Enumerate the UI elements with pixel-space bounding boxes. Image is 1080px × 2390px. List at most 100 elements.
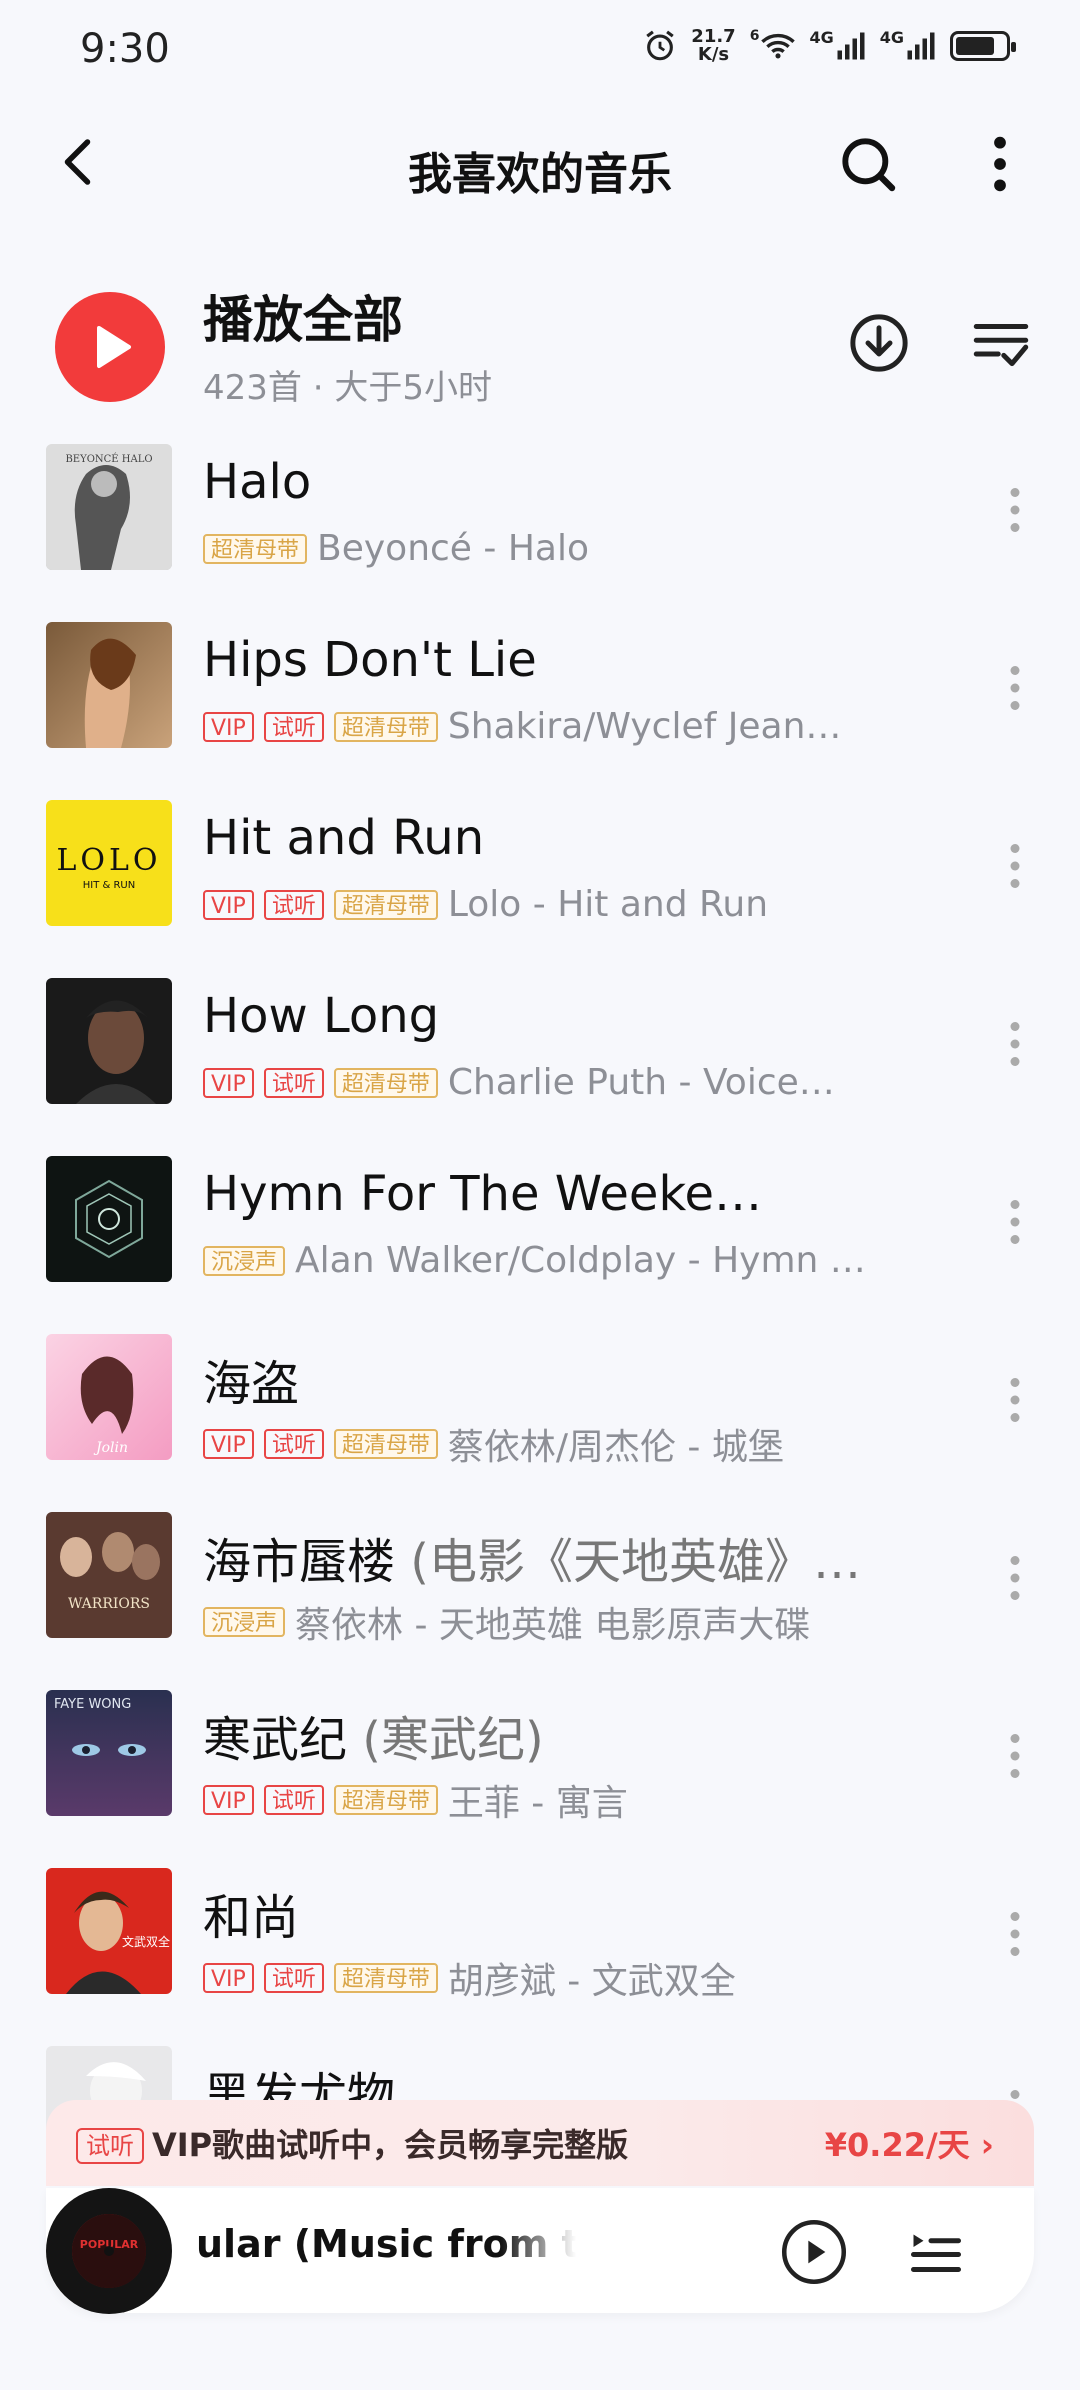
album-cover: BEYONCÉ HALO <box>46 444 172 570</box>
trial-badge: 试听 <box>76 2128 144 2164</box>
vip-badge: VIP <box>203 1429 254 1459</box>
svg-text:HIT & RUN: HIT & RUN <box>83 880 135 891</box>
svg-text:LOLO: LOLO <box>56 843 161 878</box>
more-vertical-icon[interactable] <box>1000 1904 1030 1964</box>
alarm-icon <box>646 30 674 61</box>
song-row[interactable]: WARRIORS 海市蜃楼 (电影《天地英雄》… 沉浸声 蔡依林 - 天地英雄 … <box>0 1498 1080 1676</box>
vip-badge: VIP <box>203 1963 254 1993</box>
album-cover: FAYE WONG <box>46 1690 172 1816</box>
song-meta: VIP 试听 超清母带 王菲 - 寓言 <box>203 1774 903 1826</box>
vip-badge: VIP <box>203 1785 254 1815</box>
vip-badge: VIP <box>203 711 254 742</box>
song-artist: 胡彦斌 - 文武双全 <box>447 1961 736 2002</box>
search-icon[interactable] <box>836 132 900 196</box>
play-icon <box>97 326 131 368</box>
mini-player[interactable]: POPULAR ular (Music from t <box>46 2188 1034 2314</box>
song-row[interactable]: How Long VIP 试听 超清母带 Charlie Puth - Voic… <box>0 964 1080 1142</box>
now-playing-title: ular (Music from t <box>196 2222 576 2266</box>
vip-trial-banner[interactable]: 试听 VIP歌曲试听中，会员畅享完整版 ¥0.22/天 › <box>46 2100 1034 2186</box>
trial-badge: 试听 <box>263 889 324 920</box>
song-row[interactable]: Hymn For The Weeke… 沉浸声 Alan Walker/Cold… <box>0 1142 1080 1320</box>
album-cover: 文武双全 <box>46 1868 172 1994</box>
immersive-audio-badge: 沉浸声 <box>203 1607 286 1637</box>
song-title: Hymn For The Weeke… <box>203 1166 763 1222</box>
svg-text:FAYE WONG: FAYE WONG <box>54 1697 131 1712</box>
song-artist: Beyoncé - Halo <box>317 528 589 569</box>
song-artist: 蔡依林 - 天地英雄 电影原声大碟 <box>295 1605 811 1646</box>
song-row[interactable]: 文武双全 和尚 VIP 试听 超清母带 胡彦斌 - 文武双全 <box>0 1854 1080 2032</box>
song-row[interactable]: LOLO HIT & RUN Hit and Run VIP 试听 超清母带 Lo… <box>0 786 1080 964</box>
trial-badge: 试听 <box>263 1067 324 1098</box>
hq-master-badge: 超清母带 <box>333 889 438 920</box>
album-cover <box>46 1156 172 1282</box>
more-vertical-icon[interactable] <box>1000 658 1030 718</box>
song-row[interactable]: Hips Don't Lie VIP 试听 超清母带 Shakira/Wycle… <box>0 608 1080 786</box>
signal2-label: 4G <box>879 28 904 47</box>
more-vertical-icon[interactable] <box>1000 836 1030 896</box>
trial-banner-text: VIP歌曲试听中，会员畅享完整版 <box>152 2126 629 2164</box>
song-title: Halo <box>203 454 312 510</box>
song-title: Hips Don't Lie <box>203 632 537 688</box>
vip-badge: VIP <box>203 1067 254 1098</box>
song-meta: VIP 试听 超清母带 Shakira/Wyclef Jean… <box>203 706 903 747</box>
play-all-subtitle: 423首 · 大于5小时 <box>203 368 492 408</box>
song-artist: Alan Walker/Coldplay - Hymn … <box>295 1240 866 1281</box>
album-cover: Jolin <box>46 1334 172 1460</box>
header: 我喜欢的音乐 <box>0 110 1080 220</box>
more-vertical-icon[interactable] <box>1000 1014 1030 1074</box>
song-title: Hit and Run <box>203 810 485 866</box>
song-row[interactable]: FAYE WONG 寒武纪 (寒武纪) VIP 试听 超清母带 王菲 - 寓言 <box>0 1676 1080 1854</box>
more-vertical-icon[interactable] <box>1000 1192 1030 1252</box>
album-cover <box>46 622 172 748</box>
song-artist: Charlie Puth - Voice… <box>447 1062 835 1103</box>
wifi-icon <box>761 33 796 59</box>
song-meta: 超清母带 Beyoncé - Halo <box>203 528 903 569</box>
hq-master-badge: 超清母带 <box>333 711 438 742</box>
play-circle-icon[interactable] <box>780 2218 848 2286</box>
hq-master-badge: 超清母带 <box>333 1067 438 1098</box>
signal1-label: 4G <box>809 28 834 47</box>
svg-text:BEYONCÉ HALO: BEYONCÉ HALO <box>65 453 152 465</box>
membership-price-link[interactable]: ¥0.22/天 › <box>825 2120 994 2166</box>
trial-badge: 试听 <box>263 1963 324 1993</box>
song-artist: Shakira/Wyclef Jean… <box>447 706 842 747</box>
now-playing-disc[interactable]: POPULAR <box>46 2188 172 2314</box>
more-vertical-icon[interactable] <box>980 132 1020 196</box>
song-meta: VIP 试听 超清母带 Charlie Puth - Voice… <box>203 1062 903 1103</box>
hq-master-badge: 超清母带 <box>333 1785 438 1815</box>
album-cover: LOLO HIT & RUN <box>46 800 172 926</box>
trial-badge: 试听 <box>263 1785 324 1815</box>
more-vertical-icon[interactable] <box>1000 1726 1030 1786</box>
more-vertical-icon[interactable] <box>1000 1370 1030 1430</box>
vip-badge: VIP <box>203 889 254 920</box>
playlist-icon[interactable] <box>906 2222 966 2282</box>
status-time: 9:30 <box>80 26 170 72</box>
trial-badge: 试听 <box>263 711 324 742</box>
net-speed: 21.7 K/s <box>691 26 736 65</box>
multiselect-icon[interactable] <box>968 310 1034 376</box>
wifi-label: 6 <box>749 28 760 44</box>
song-title: 寒武纪 (寒武纪) <box>203 1712 544 1768</box>
song-row[interactable]: BEYONCÉ HALO Halo 超清母带 Beyoncé - Halo <box>0 430 1080 608</box>
song-meta: VIP 试听 超清母带 蔡依林/周杰伦 - 城堡 <box>203 1418 903 1470</box>
status-bar: 9:30 21.7 K/s 6 4G 4G <box>0 0 1080 100</box>
song-meta: VIP 试听 超清母带 Lolo - Hit and Run <box>203 884 903 925</box>
more-vertical-icon[interactable] <box>1000 1548 1030 1608</box>
song-meta: VIP 试听 超清母带 胡彦斌 - 文武双全 <box>203 1952 903 2004</box>
play-all-button[interactable] <box>55 292 165 402</box>
song-title: 海市蜃楼 (电影《天地英雄》… <box>203 1534 862 1590</box>
download-icon[interactable] <box>846 310 912 376</box>
signal-icon <box>907 32 935 60</box>
song-title: 和尚 <box>203 1890 300 1946</box>
svg-text:文武双全: 文武双全 <box>122 1934 170 1949</box>
now-playing-cover: POPULAR <box>72 2214 146 2288</box>
more-vertical-icon[interactable] <box>1000 480 1030 540</box>
status-icons: 21.7 K/s 6 4G 4G <box>643 26 1016 65</box>
trial-badge: 试听 <box>263 1429 324 1459</box>
svg-text:Jolin: Jolin <box>93 1440 128 1456</box>
play-all-row[interactable]: 播放全部 423首 · 大于5小时 <box>0 280 1080 420</box>
play-all-label: 播放全部 <box>203 291 403 349</box>
album-cover <box>46 978 172 1104</box>
immersive-audio-badge: 沉浸声 <box>203 1245 286 1276</box>
song-row[interactable]: Jolin 海盗 VIP 试听 超清母带 蔡依林/周杰伦 - 城堡 <box>0 1320 1080 1498</box>
